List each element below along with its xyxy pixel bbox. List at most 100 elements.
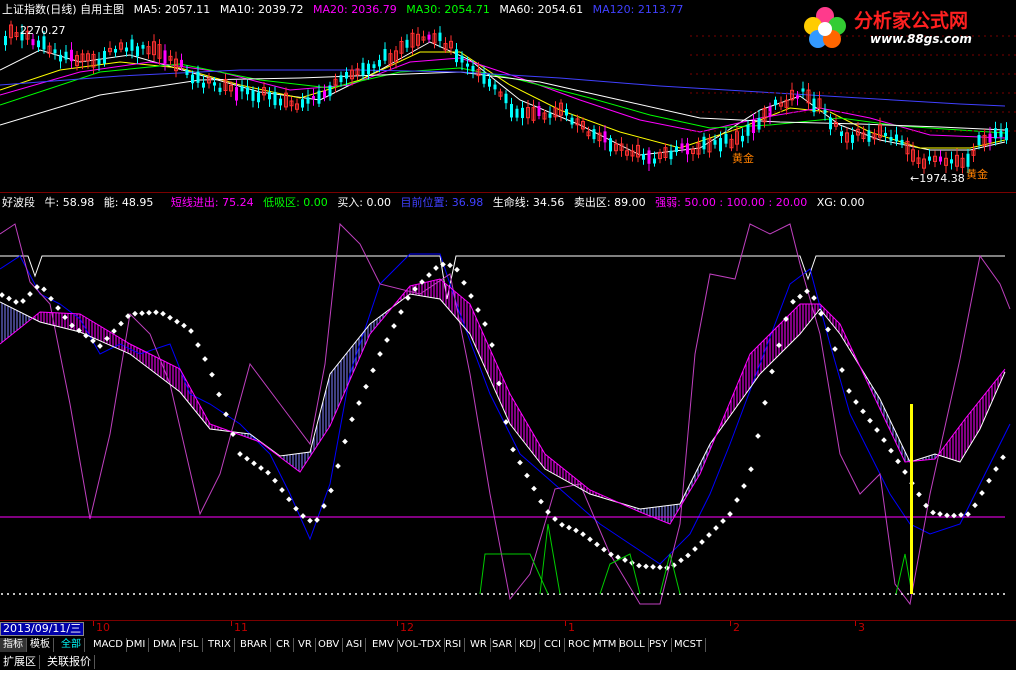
price-chart-panel[interactable]: 上证指数(日线) 自用主图 MA5: 2057.11 MA10: 2039.72… (0, 0, 1016, 190)
tab-fsl[interactable]: FSL (178, 638, 203, 652)
baseline-dot (127, 593, 129, 595)
baseline-dot (211, 593, 213, 595)
tab-指标[interactable]: 指标 (0, 638, 27, 652)
tab-vol-tdx[interactable]: VOL-TDX (395, 638, 446, 652)
baseline-dot (55, 593, 57, 595)
tab-asi[interactable]: ASI (343, 638, 367, 652)
baseline-dot (331, 593, 333, 595)
position-dot (860, 408, 866, 415)
baseline-dot (475, 593, 477, 595)
baseline-dot (781, 593, 783, 595)
position-dot (307, 517, 313, 524)
position-dot (636, 562, 642, 569)
baseline-dot (241, 593, 243, 595)
candle-body (4, 36, 7, 46)
baseline-dot (349, 593, 351, 595)
site-logo: 分析家公式网 www.88gs.com (798, 4, 1008, 50)
position-dot (132, 310, 138, 317)
baseline-dot (853, 593, 855, 595)
baseline-dot (85, 593, 87, 595)
position-dot (272, 477, 278, 484)
baseline-dot (595, 593, 597, 595)
position-dot (587, 536, 593, 543)
baseline-dot (763, 593, 765, 595)
candle-body (840, 130, 843, 136)
candle-body (191, 74, 194, 84)
baseline-dot (187, 593, 189, 595)
position-dot (888, 447, 894, 454)
tab-emv[interactable]: EMV (369, 638, 398, 652)
candle-body (163, 50, 167, 64)
baseline-dot (49, 593, 51, 595)
candle-body (510, 103, 513, 118)
tab-obv[interactable]: OBV (315, 638, 344, 652)
position-dot (167, 314, 173, 321)
position-dot (741, 483, 747, 489)
tab-cr[interactable]: CR (273, 638, 294, 652)
indicator-panel[interactable]: 好波段 牛: 58.98 能: 48.95 短线进出: 75.24 低吸区: 0… (0, 194, 1016, 616)
tab-wr[interactable]: WR (467, 638, 491, 652)
tab-模板[interactable]: 模板 (27, 638, 54, 652)
baseline-dot (871, 593, 873, 595)
candle-body (884, 132, 887, 137)
position-dot (776, 342, 782, 349)
tab-psy[interactable]: PSY (646, 638, 672, 652)
candle-body (323, 90, 326, 98)
tab-macd[interactable]: MACD (90, 638, 127, 652)
baseline-dot (703, 593, 705, 595)
tab-全部[interactable]: 全部 (58, 638, 85, 652)
position-dot (55, 305, 61, 311)
baseline-dot (367, 593, 369, 595)
position-dot (237, 451, 243, 457)
position-dot (244, 455, 250, 462)
baseline-dot (793, 593, 795, 595)
position-dot (797, 293, 803, 300)
baseline-dot (487, 593, 489, 595)
month-label-jan: 1 (568, 621, 575, 634)
position-dot (692, 546, 698, 552)
baseline-dot (673, 593, 675, 595)
baseline-dot (811, 593, 813, 595)
baseline-dot (307, 593, 309, 595)
position-dot (699, 539, 705, 545)
tab-trix[interactable]: TRIX (205, 638, 235, 652)
baseline-dot (397, 593, 399, 595)
tab-mcst[interactable]: MCST (671, 638, 707, 652)
position-dot (384, 337, 390, 343)
candle-body (603, 131, 607, 143)
tab-extension-area[interactable]: 扩展区 (0, 655, 40, 669)
baseline-dot (253, 593, 255, 595)
candle-body (312, 96, 315, 100)
candle-body (642, 153, 645, 160)
tab-vr[interactable]: VR (295, 638, 316, 652)
position-dot (895, 458, 901, 465)
ma10-line (0, 51, 1006, 149)
position-dot (734, 497, 740, 503)
tab-sar[interactable]: SAR (489, 638, 517, 652)
baseline-dot (427, 593, 429, 595)
baseline-dot (601, 593, 603, 595)
position-dot (146, 309, 152, 316)
baseline-dot (289, 593, 291, 595)
tab-dmi[interactable]: DMI (123, 638, 150, 652)
baseline-dot (121, 593, 123, 595)
baseline-dot (181, 593, 183, 595)
baseline-dot (823, 593, 825, 595)
position-dot (566, 524, 572, 531)
tab-brar[interactable]: BRAR (237, 638, 272, 652)
position-dot (559, 521, 565, 528)
baseline-dot (715, 593, 717, 595)
baseline-dot (787, 593, 789, 595)
position-dot (118, 320, 124, 327)
tab-boll[interactable]: BOLL (616, 638, 649, 652)
baseline-dot (373, 593, 375, 595)
tab-rsi[interactable]: RSI (442, 638, 466, 652)
position-dot (20, 298, 26, 304)
baseline-dot (499, 593, 501, 595)
tab-related-quotes[interactable]: 关联报价 (44, 655, 95, 669)
sell-line (0, 255, 1005, 300)
tab-cci[interactable]: CCI (541, 638, 565, 652)
tab-kdj[interactable]: KDJ (516, 638, 541, 652)
position-dot (706, 532, 712, 538)
tab-dma[interactable]: DMA (150, 638, 181, 652)
